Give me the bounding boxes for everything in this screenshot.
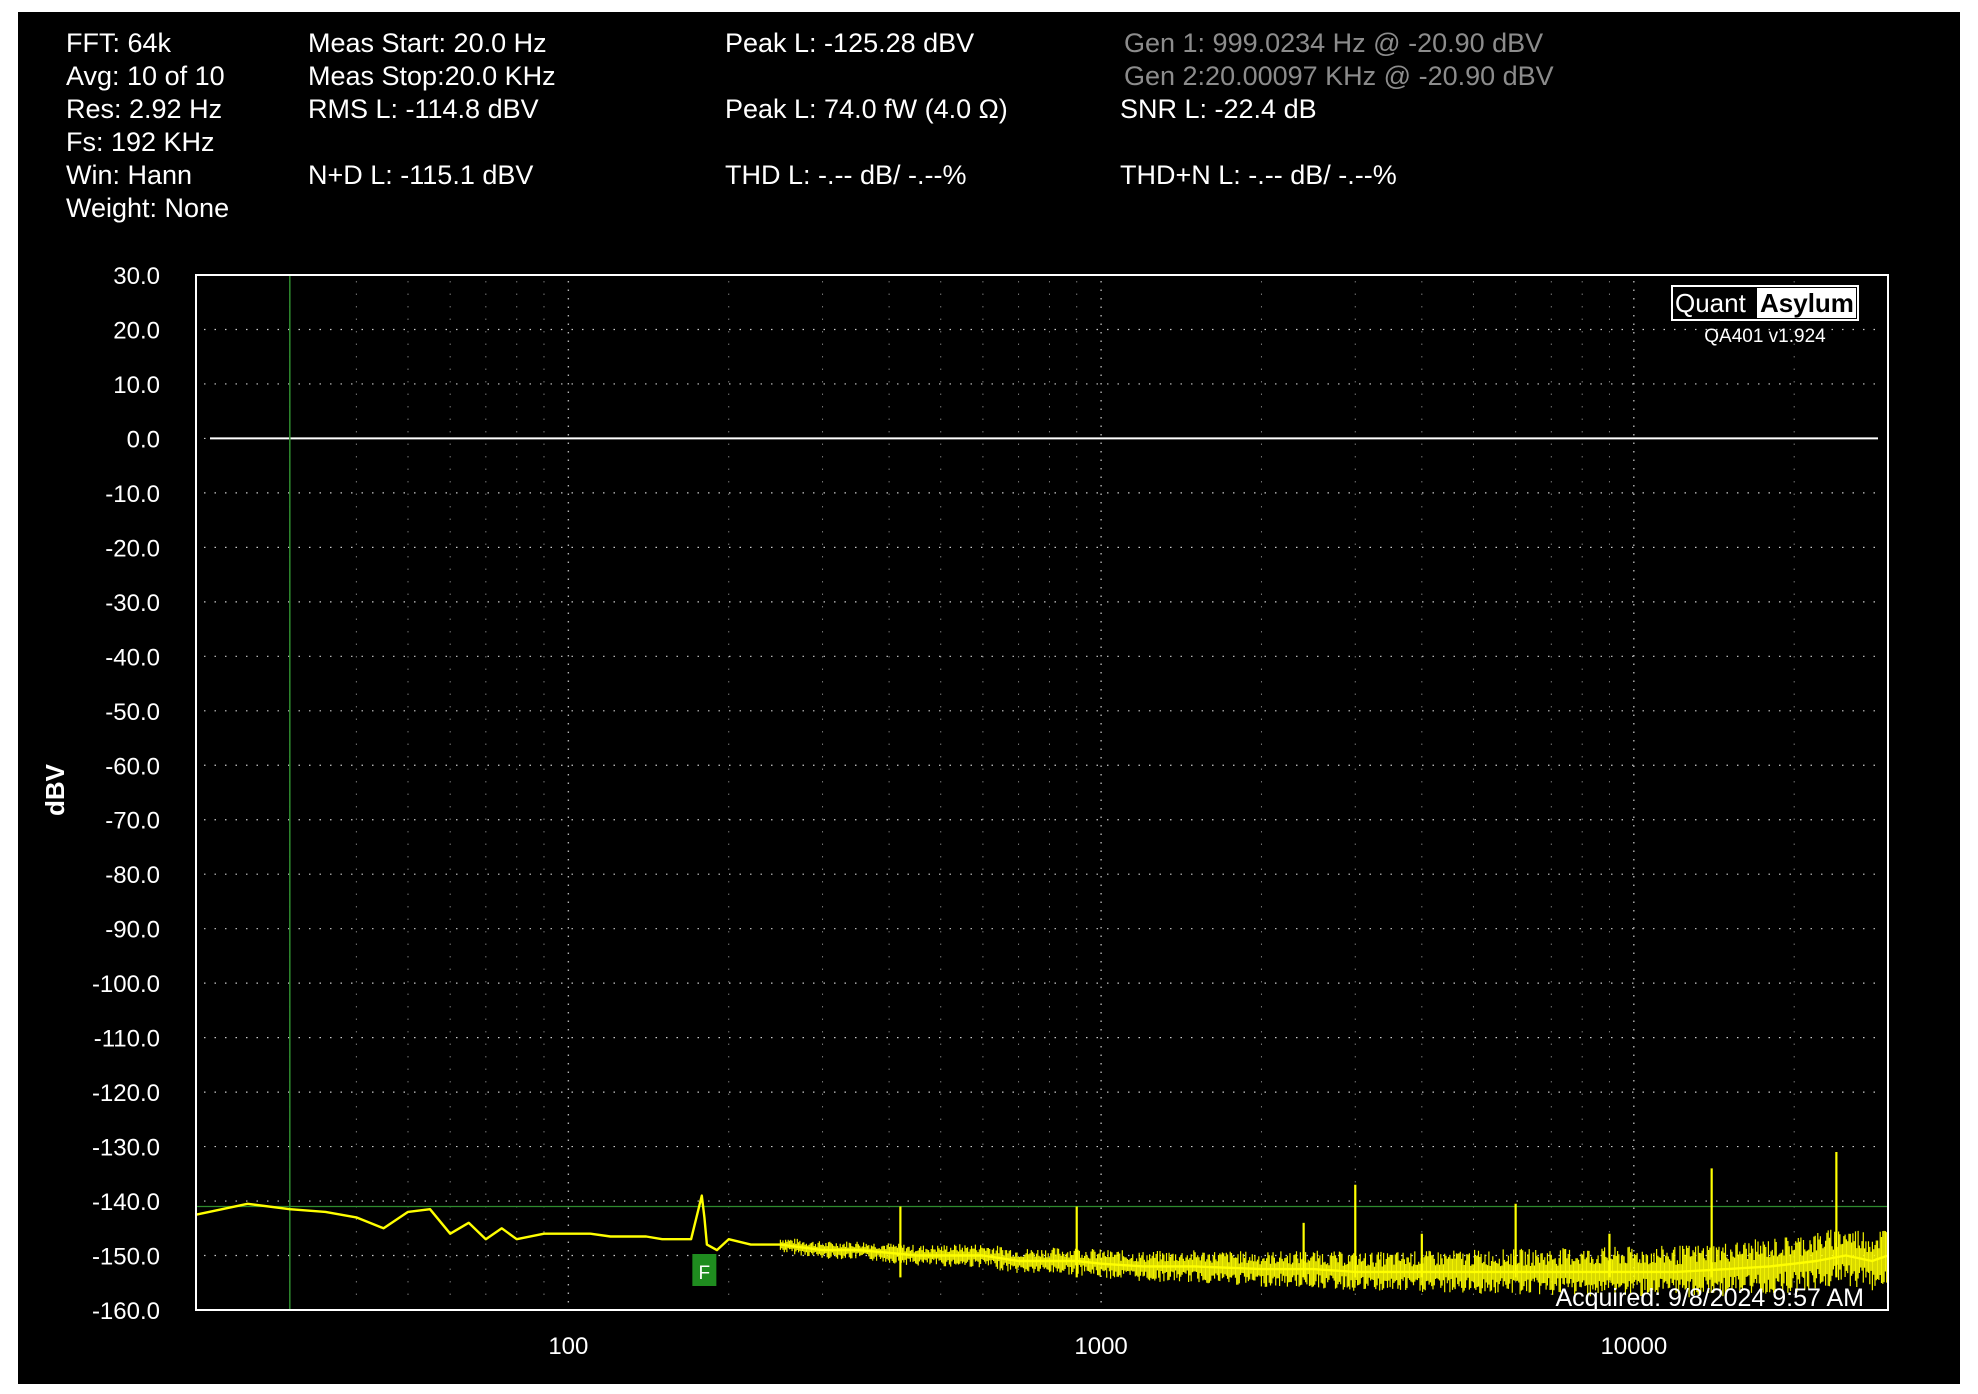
y-tick-label: 20.0 bbox=[113, 317, 160, 344]
y-tick-label: -80.0 bbox=[105, 862, 160, 889]
spectrum-chart: 30.0 20.0 10.0 0.0 -10.0 -20.0 -30.0 -40.0 -50.0… bbox=[40, 263, 1889, 1360]
marker-label: F bbox=[699, 1263, 711, 1284]
y-tick-label: -100.0 bbox=[92, 971, 160, 998]
y-tick-label: -140.0 bbox=[92, 1189, 160, 1216]
y-tick-label: -30.0 bbox=[105, 590, 160, 617]
y-tick-label: -70.0 bbox=[105, 808, 160, 835]
logo-word-quant: Quant bbox=[1675, 288, 1747, 318]
y-tick-label: -110.0 bbox=[94, 1026, 160, 1053]
grid bbox=[204, 281, 1880, 1304]
y-tick-label: -20.0 bbox=[105, 535, 160, 562]
y-tick-label: 10.0 bbox=[113, 372, 160, 399]
x-axis-ticks: 100 1000 10000 bbox=[548, 1333, 1667, 1360]
y-tick-label: 30.0 bbox=[113, 263, 160, 290]
y-tick-label: -10.0 bbox=[105, 481, 160, 508]
y-tick-label: -150.0 bbox=[92, 1244, 160, 1271]
quantasylum-logo: Quant Asylum QA401 v1.924 bbox=[1671, 285, 1859, 347]
x-tick-label: 100 bbox=[548, 1333, 588, 1360]
y-tick-label: -120.0 bbox=[92, 1080, 160, 1107]
y-tick-label: 0.0 bbox=[127, 426, 160, 453]
y-tick-label: -50.0 bbox=[105, 699, 160, 726]
logo-version: QA401 v1.924 bbox=[1704, 326, 1826, 347]
y-tick-label: -60.0 bbox=[105, 753, 160, 780]
y-tick-label: -130.0 bbox=[92, 1135, 160, 1162]
y-tick-label: -40.0 bbox=[105, 644, 160, 671]
x-tick-label: 1000 bbox=[1074, 1333, 1127, 1360]
y-axis-ticks: 30.0 20.0 10.0 0.0 -10.0 -20.0 -30.0 -40.0 -50.0… bbox=[92, 263, 160, 1325]
y-axis-label: dBV bbox=[40, 763, 70, 816]
y-tick-label: -90.0 bbox=[105, 917, 160, 944]
y-tick-label: -160.0 bbox=[92, 1298, 160, 1325]
acquired-timestamp: Acquired: 9/8/2024 9:57 AM bbox=[1555, 1284, 1864, 1312]
marker-flag[interactable]: F bbox=[692, 1254, 717, 1286]
x-tick-label: 10000 bbox=[1600, 1333, 1667, 1360]
logo-word-asylum: Asylum bbox=[1760, 288, 1854, 318]
